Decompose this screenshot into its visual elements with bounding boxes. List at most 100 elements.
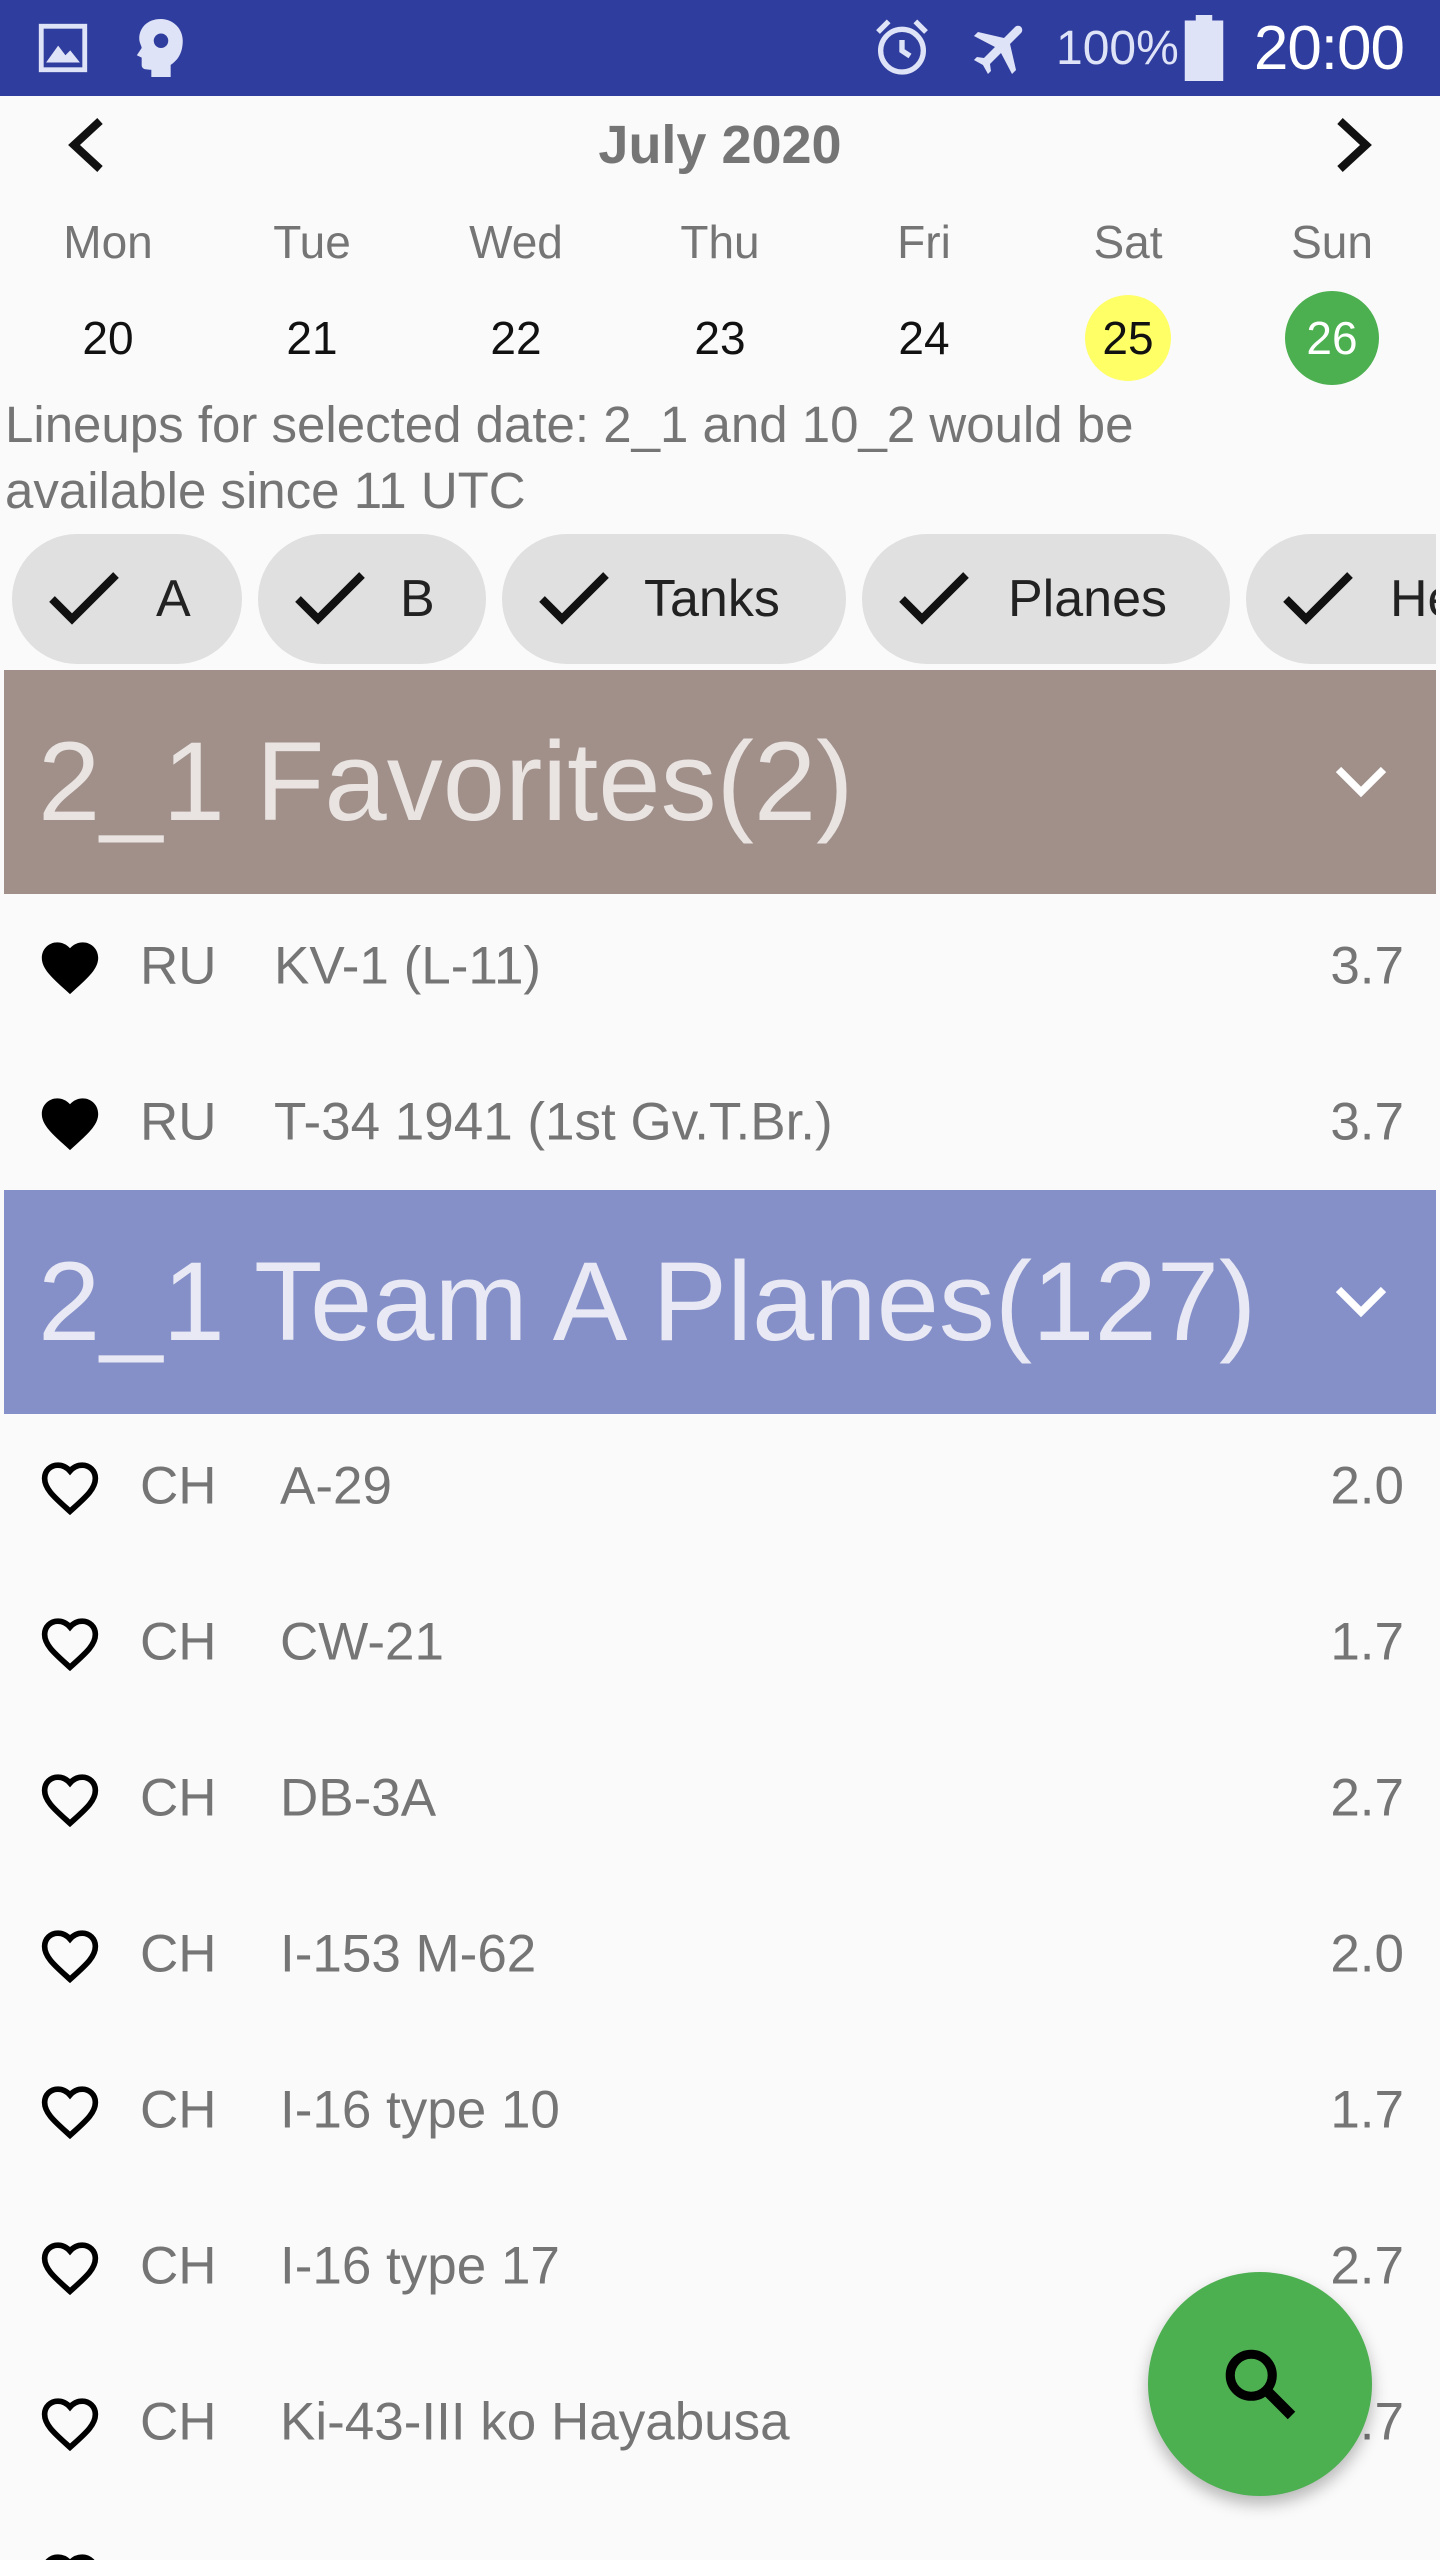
day-number: 20 (82, 312, 134, 364)
gallery-icon (34, 0, 92, 96)
vehicle-name: I-16 type 17 (280, 2236, 560, 2296)
battle-rating: 2.7 (1330, 2236, 1404, 2296)
battle-rating: 2.0 (1330, 1456, 1404, 1516)
day-21[interactable]: 21 (210, 290, 414, 386)
day-name-wed: Wed (469, 216, 563, 268)
heart-outline-icon[interactable] (36, 2391, 104, 2453)
day-25-today[interactable]: 25 (1026, 290, 1230, 386)
check-icon (49, 572, 119, 625)
day-name-fri: Fri (897, 216, 951, 268)
search-icon (1225, 2349, 1296, 2420)
chip-planes[interactable]: Planes (862, 534, 1230, 664)
chevron-right-icon (1337, 118, 1372, 172)
heart-filled-icon[interactable] (36, 935, 104, 997)
vehicle-row[interactable]: RU KV-1 (L-11) 3.7 (0, 888, 1440, 1044)
country-code: CH (140, 1612, 217, 1672)
chip-label: A (156, 570, 191, 628)
day-number: 26 (1285, 291, 1379, 385)
heart-outline-icon[interactable] (36, 1611, 104, 1673)
heart-outline-icon[interactable] (36, 1455, 104, 1517)
chip-label: B (400, 570, 435, 628)
day-number: 25 (1085, 295, 1171, 381)
country-code: CH (140, 2080, 217, 2140)
check-icon (295, 572, 365, 625)
vehicle-row[interactable]: CH I-153 M-62 2.0 (0, 1876, 1440, 2032)
section-title: 2_1 Favorites(2) (38, 719, 854, 844)
vehicle-name: DB-3A (280, 1768, 437, 1828)
check-icon (539, 572, 609, 625)
day-name-mon: Mon (63, 216, 153, 268)
vehicle-row[interactable]: CH DB-3A 2.7 (0, 1720, 1440, 1876)
next-month-button[interactable] (1314, 110, 1394, 180)
section-title: 2_1 Team A Planes(127) (38, 1239, 1257, 1364)
vehicle-name: KV-1 (L-11) (274, 936, 542, 996)
brain-icon (132, 0, 190, 96)
chip-label: Planes (1008, 570, 1167, 628)
day-name-thu: Thu (680, 216, 760, 268)
vehicle-name: I-153 M-62 (280, 1924, 537, 1984)
heart-filled-icon[interactable] (36, 1091, 104, 1153)
heart-outline-icon[interactable] (36, 1923, 104, 1985)
day-name-sun: Sun (1291, 216, 1373, 268)
battle-rating: 3.7 (1330, 936, 1404, 996)
battle-rating: 3.7 (1330, 1092, 1404, 1152)
country-code: CH (140, 2236, 217, 2296)
country-code: CH (140, 1924, 217, 1984)
check-icon (899, 572, 969, 625)
country-code: RU (140, 936, 217, 996)
country-code: CH (140, 1768, 217, 1828)
vehicle-row[interactable]: CH A-29 2.0 (0, 1408, 1440, 1564)
day-number: 23 (694, 312, 746, 364)
vehicle-name: I-16 type 10 (280, 2080, 560, 2140)
vehicle-name: T-34 1941 (1st Gv.T.Br.) (274, 1092, 833, 1152)
app-root: 100% 20:00 July 2020 Mon Tue Wed Thu Fri… (0, 0, 1440, 2560)
check-icon (1283, 572, 1353, 625)
battle-rating: 1.7 (1330, 1612, 1404, 1672)
day-20[interactable]: 20 (6, 290, 210, 386)
vehicle-row-partial[interactable] (0, 2500, 1440, 2560)
battery-percent: 100% (1056, 21, 1179, 75)
heart-outline-icon[interactable] (36, 2079, 104, 2141)
day-name-tue: Tue (273, 216, 351, 268)
vehicle-row[interactable]: RU T-34 1941 (1st Gv.T.Br.) 3.7 (0, 1044, 1440, 1200)
heart-outline-icon[interactable] (36, 2235, 104, 2297)
chip-tanks[interactable]: Tanks (502, 534, 846, 664)
battle-rating: 1.7 (1330, 2080, 1404, 2140)
chip-b[interactable]: B (258, 534, 486, 664)
vehicle-name: Ki-43-III ko Hayabusa (280, 2392, 790, 2452)
day-number: 22 (490, 312, 542, 364)
day-22[interactable]: 22 (414, 290, 618, 386)
vehicle-name: CW-21 (280, 1612, 444, 1672)
day-number: 24 (898, 312, 950, 364)
day-26-selected[interactable]: 26 (1230, 290, 1434, 386)
chevron-down-icon (1335, 1286, 1387, 1318)
section-header-favorites[interactable]: 2_1 Favorites(2) (4, 670, 1436, 894)
lineup-info-text: Lineups for selected date: 2_1 and 10_2 … (5, 396, 1134, 519)
country-code: RU (140, 1092, 217, 1152)
battery-icon (1184, 0, 1224, 96)
battle-rating: 2.0 (1330, 1924, 1404, 1984)
country-code: CH (140, 1456, 217, 1516)
alarm-icon (870, 0, 934, 96)
day-24[interactable]: 24 (822, 290, 1026, 386)
battle-rating: 2.7 (1330, 1768, 1404, 1828)
chip-label: Tanks (644, 570, 780, 628)
chevron-down-icon (1335, 766, 1387, 798)
section-header-team-a-planes[interactable]: 2_1 Team A Planes(127) (4, 1190, 1436, 1414)
heart-outline-icon[interactable] (36, 2547, 104, 2560)
chip-helicopters[interactable]: He (1246, 534, 1436, 664)
day-23[interactable]: 23 (618, 290, 822, 386)
chip-label: He (1390, 570, 1436, 628)
chip-a[interactable]: A (12, 534, 242, 664)
vehicle-row[interactable]: CH CW-21 1.7 (0, 1564, 1440, 1720)
day-number: 21 (286, 312, 338, 364)
country-code: CH (140, 2392, 217, 2452)
airplane-mode-icon (968, 0, 1036, 96)
status-bar: 100% 20:00 (0, 0, 1440, 96)
search-fab-button[interactable] (1148, 2272, 1372, 2496)
filter-chip-row[interactable]: A B Tanks Planes He (0, 534, 1436, 664)
vehicle-row[interactable]: CH I-16 type 10 1.7 (0, 2032, 1440, 2188)
month-title: July 2020 (598, 115, 842, 175)
clock-time: 20:00 (1253, 13, 1405, 83)
heart-outline-icon[interactable] (36, 1767, 104, 1829)
